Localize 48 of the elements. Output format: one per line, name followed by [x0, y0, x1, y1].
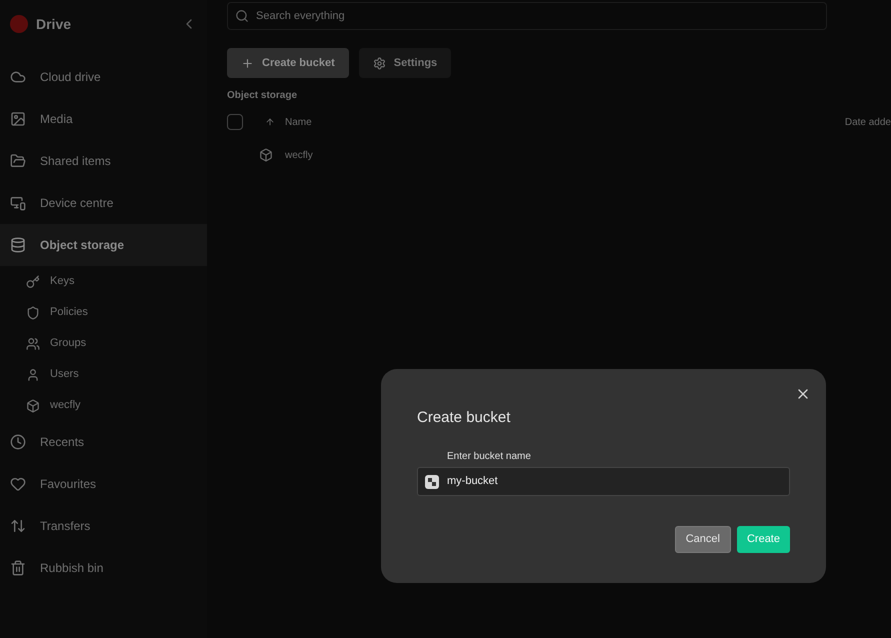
users-icon [26, 336, 40, 350]
sidebar-item[interactable]: Shared items [0, 140, 207, 182]
search-field[interactable]: Search everything [227, 2, 827, 30]
app-logo-icon [10, 15, 28, 33]
settings-button[interactable]: Settings [358, 48, 452, 78]
column-header[interactable]: Date adde [844, 114, 891, 130]
trash-icon [10, 560, 26, 576]
column-header[interactable]: Name [285, 114, 312, 130]
sidebar-item[interactable]: Media [0, 98, 207, 140]
create-bucket-button[interactable]: Create bucket [227, 48, 349, 78]
settings-icon [372, 56, 386, 70]
key-icon [26, 274, 40, 288]
box-icon [26, 398, 40, 412]
user-icon [26, 368, 40, 382]
shield-icon [26, 306, 40, 320]
field-label: Enter bucket name [447, 450, 532, 464]
sidebar-item[interactable]: Transfers [0, 505, 207, 547]
clock-icon [10, 434, 26, 450]
sidebar-subitem[interactable]: wecfly [0, 390, 207, 421]
devices-icon [10, 195, 26, 211]
select-all-checkbox[interactable] [227, 114, 243, 130]
heart-icon [10, 476, 26, 492]
sidebar-subitem[interactable]: Groups [0, 328, 207, 359]
sidebar-item[interactable]: Object storage [0, 224, 207, 266]
cloud-icon [10, 69, 26, 85]
cancel-button[interactable]: Cancel [674, 526, 731, 552]
app-name: Drive [36, 14, 72, 34]
image-icon [10, 111, 26, 127]
sidebar-item[interactable]: Favourites [0, 463, 207, 505]
arrows-icon [10, 518, 26, 534]
bucket-name-field[interactable]: my-bucket [417, 466, 790, 496]
sidebar-subitem[interactable]: Policies [0, 297, 207, 328]
box-icon [259, 148, 273, 162]
sidebar-item[interactable]: Cloud drive [0, 56, 207, 98]
table-cell-text: wecfly [285, 148, 313, 162]
section-title: Object storage [227, 89, 298, 103]
dialog-title: Create bucket [417, 408, 512, 428]
database-icon [10, 237, 26, 253]
sort-icon[interactable] [265, 117, 275, 127]
plus-icon [241, 56, 254, 70]
sidebar-item[interactable]: Device centre [0, 182, 207, 224]
sidebar-item[interactable]: Rubbish bin [0, 547, 207, 589]
create-button[interactable]: Create [736, 526, 790, 552]
sidebar-subitem[interactable]: Keys [0, 266, 207, 297]
sidebar-item[interactable]: Recents [0, 421, 207, 463]
search-icon [235, 9, 249, 23]
sidebar-subitem[interactable]: Users [0, 359, 207, 390]
folder-icon [10, 153, 26, 169]
